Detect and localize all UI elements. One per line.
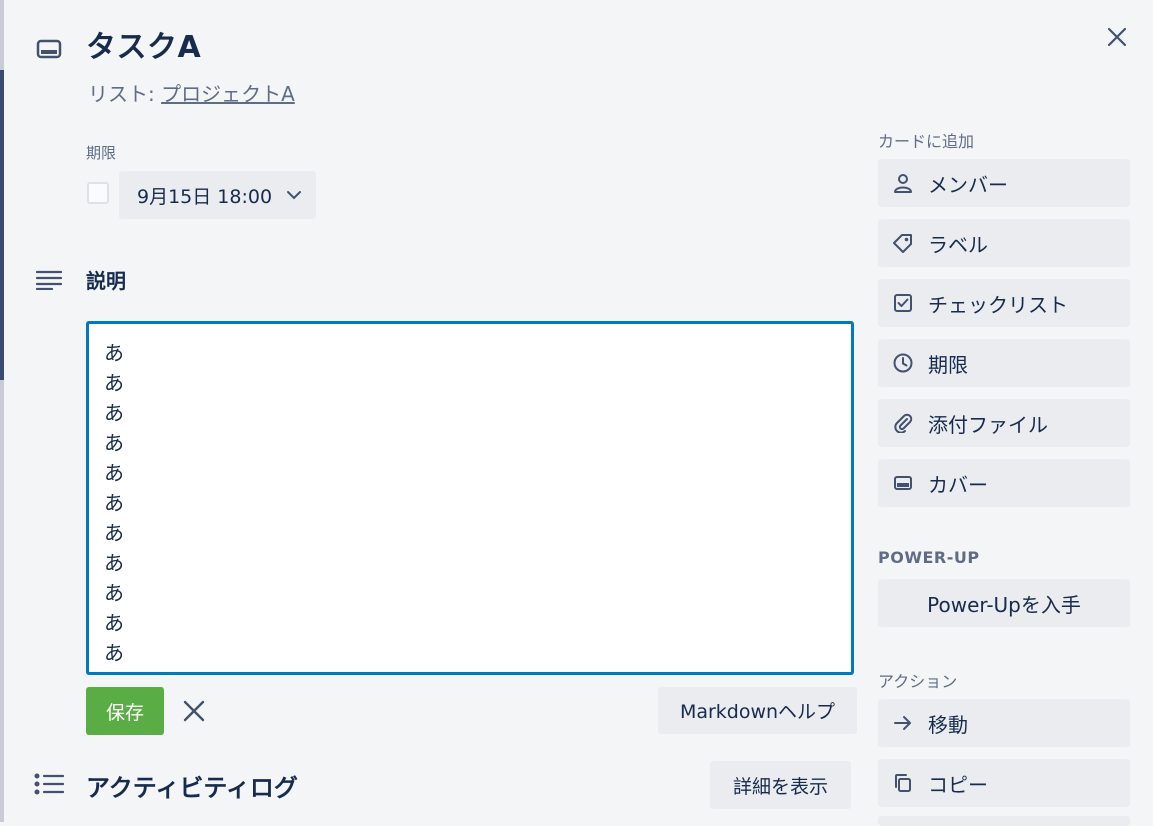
list-link[interactable]: プロジェクトA xyxy=(161,82,295,106)
paperclip-icon xyxy=(892,412,914,434)
copy-button[interactable]: コピー xyxy=(878,759,1130,807)
clock-icon xyxy=(892,352,914,374)
move-label: 移動 xyxy=(928,712,968,737)
labels-button[interactable]: ラベル xyxy=(878,219,1130,267)
list-info: リスト: プロジェクトA xyxy=(88,78,295,107)
description-line: あ xyxy=(104,371,124,395)
close-button[interactable] xyxy=(1100,20,1134,54)
cancel-edit-button[interactable] xyxy=(178,695,210,727)
description-icon xyxy=(35,270,63,291)
close-icon xyxy=(1107,27,1127,47)
due-date-sidebar-button[interactable]: 期限 xyxy=(878,339,1130,387)
activity-icon xyxy=(34,773,65,795)
description-line: あ xyxy=(104,611,124,635)
due-date-sidebar-label: 期限 xyxy=(928,352,968,377)
description-line: あ xyxy=(104,461,124,485)
close-icon xyxy=(183,700,205,722)
background-board-edge xyxy=(0,0,4,822)
labels-label: ラベル xyxy=(928,232,988,257)
due-date-button[interactable]: 9月15日 18:00 xyxy=(119,171,316,219)
get-powerup-button[interactable]: Power-Upを入手 xyxy=(878,579,1130,627)
description-line: あ xyxy=(104,401,124,425)
attachment-button[interactable]: 添付ファイル xyxy=(878,399,1130,447)
move-button[interactable]: 移動 xyxy=(878,699,1130,747)
activity-heading: アクティビティログ xyxy=(86,774,298,802)
description-textarea[interactable]: あ あ あ あ あ あ あ あ あ あ あ xyxy=(86,321,854,675)
cover-icon xyxy=(892,472,914,494)
description-line: あ xyxy=(104,581,124,605)
due-date-label: 期限 xyxy=(86,144,117,162)
attachment-label: 添付ファイル xyxy=(928,412,1048,437)
actions-label: アクション xyxy=(878,672,958,691)
due-date-text: 9月15日 18:00 xyxy=(137,185,273,208)
cover-button[interactable]: カバー xyxy=(878,459,1130,507)
save-button[interactable]: 保存 xyxy=(86,687,164,735)
cover-label: カバー xyxy=(928,472,988,497)
description-line: あ xyxy=(104,521,124,545)
card-title[interactable]: タスクA xyxy=(86,28,201,68)
powerup-label: POWER-UP xyxy=(878,548,980,567)
arrow-right-icon xyxy=(892,712,914,734)
checklist-icon xyxy=(892,292,914,314)
description-line: あ xyxy=(104,551,124,575)
members-label: メンバー xyxy=(928,172,1008,197)
description-line: あ xyxy=(104,641,124,665)
copy-icon xyxy=(892,772,914,794)
description-line: あ xyxy=(104,341,124,365)
description-line: あ xyxy=(104,431,124,455)
members-button[interactable]: メンバー xyxy=(878,159,1130,207)
description-heading: 説明 xyxy=(86,269,126,293)
person-icon xyxy=(892,172,914,194)
checklist-button[interactable]: チェックリスト xyxy=(878,279,1130,327)
list-prefix: リスト: xyxy=(88,82,162,106)
show-details-button[interactable]: 詳細を表示 xyxy=(710,761,851,809)
due-complete-checkbox[interactable] xyxy=(87,182,109,204)
description-line: あ xyxy=(104,491,124,515)
card-icon xyxy=(36,38,62,60)
tag-icon xyxy=(892,232,914,254)
markdown-help-button[interactable]: Markdownヘルプ xyxy=(658,687,857,734)
next-action-button-partial[interactable] xyxy=(878,816,1130,826)
chevron-down-icon xyxy=(286,190,302,200)
add-to-card-label: カードに追加 xyxy=(878,132,975,151)
checklist-label: チェックリスト xyxy=(928,292,1068,317)
copy-label: コピー xyxy=(928,772,988,797)
